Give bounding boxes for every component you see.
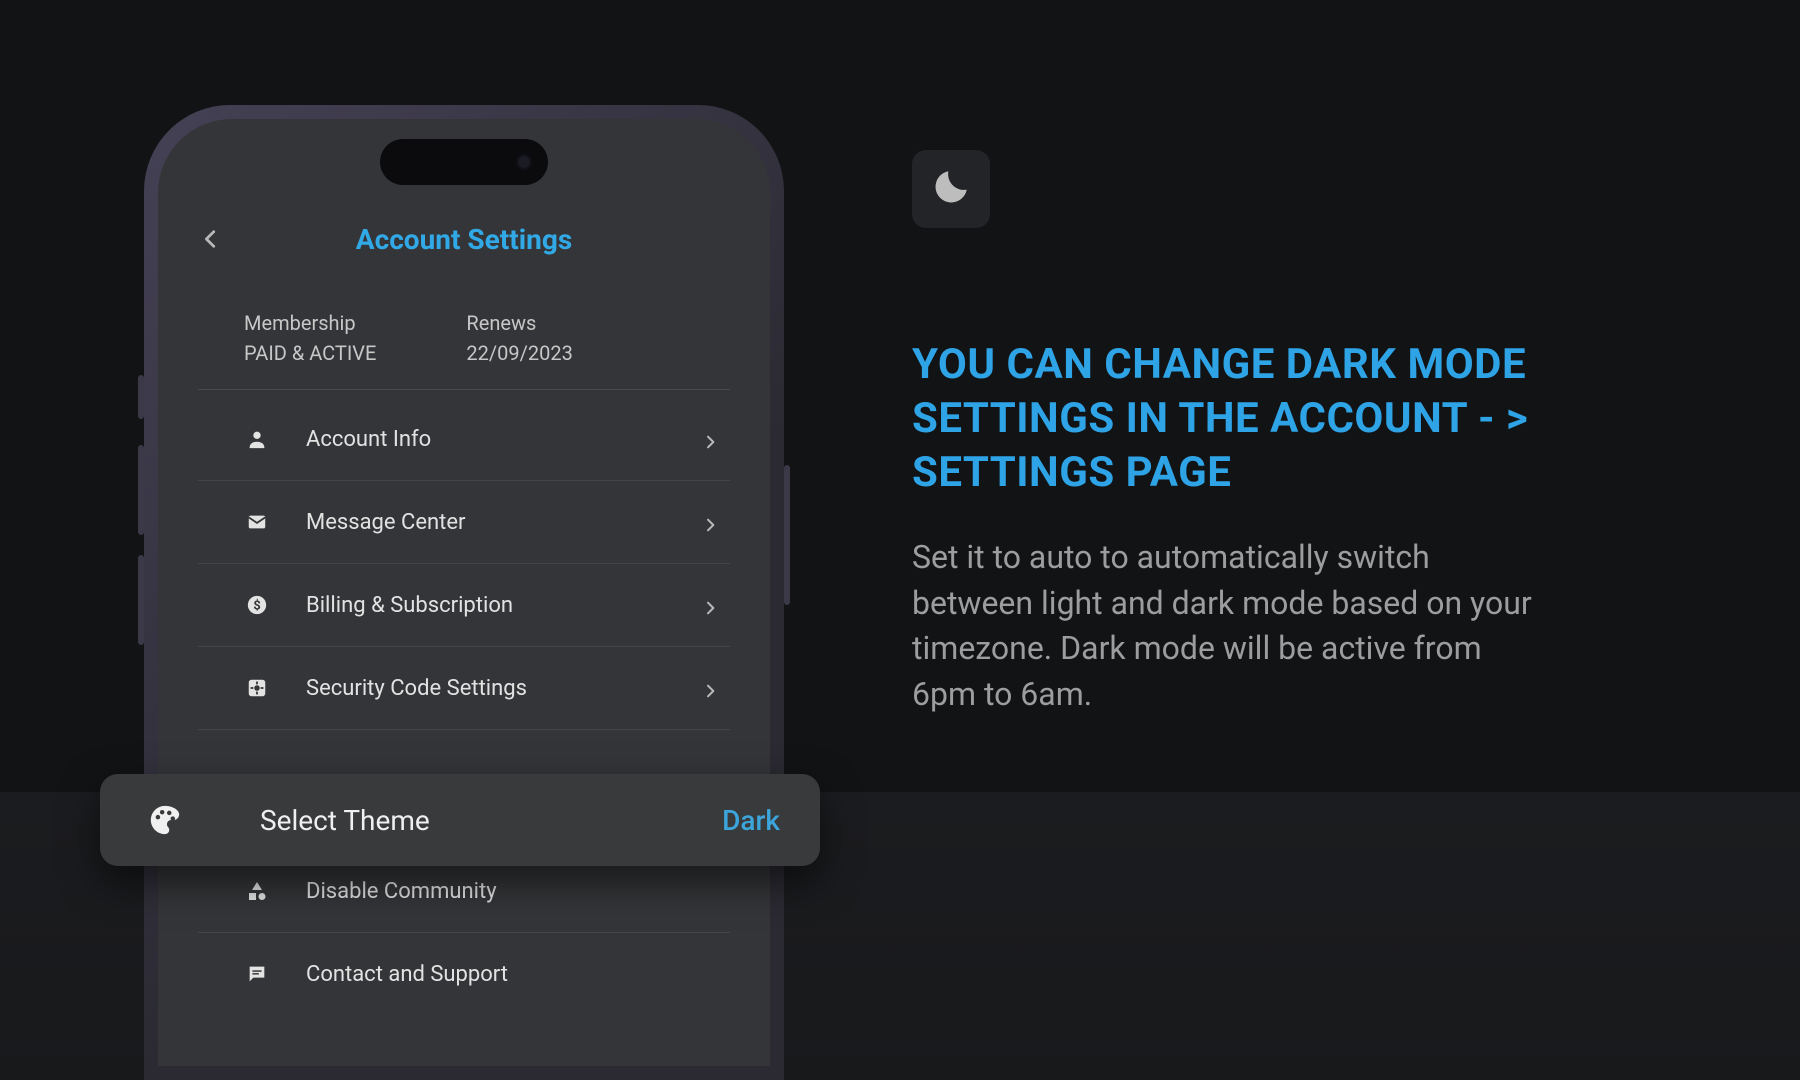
settings-item-label: Security Code Settings xyxy=(306,676,527,701)
dynamic-island xyxy=(380,139,548,185)
phone-screen: Account Settings Membership PAID & ACTIV… xyxy=(158,119,770,1066)
chevron-right-icon xyxy=(702,597,718,613)
settings-item-label: Billing & Subscription xyxy=(306,593,513,618)
phone-side-button xyxy=(138,375,144,419)
page-title: Account Settings xyxy=(356,223,572,256)
dollar-icon: $ xyxy=(244,592,270,618)
settings-item-label: Contact and Support xyxy=(306,962,508,987)
shapes-icon xyxy=(244,878,270,904)
settings-item-label: Account Info xyxy=(306,427,431,452)
settings-item-contact-support[interactable]: Contact and Support xyxy=(198,933,730,1015)
membership-value: PAID & ACTIVE xyxy=(244,341,376,365)
chevron-right-icon xyxy=(702,514,718,530)
settings-item-account-info[interactable]: Account Info xyxy=(198,398,730,481)
renews-value: 22/09/2023 xyxy=(466,341,572,365)
phone-volume-down-button xyxy=(138,555,144,645)
mail-icon xyxy=(244,509,270,535)
settings-item-message-center[interactable]: Message Center xyxy=(198,481,730,564)
settings-item-label: Message Center xyxy=(306,510,465,535)
settings-item-security[interactable]: Security Code Settings xyxy=(198,647,730,730)
palette-icon xyxy=(148,803,182,837)
select-theme-label: Select Theme xyxy=(260,804,430,837)
settings-list: Account Info Message Center xyxy=(194,390,734,1015)
gear-box-icon xyxy=(244,675,270,701)
chevron-right-icon xyxy=(702,680,718,696)
callout-heading: YOU CAN CHANGE DARK MODE SETTINGS IN THE… xyxy=(912,338,1612,499)
phone-frame: Account Settings Membership PAID & ACTIV… xyxy=(144,105,784,1080)
screen-header: Account Settings xyxy=(194,211,734,267)
membership-label: Membership xyxy=(244,311,376,335)
settings-item-billing[interactable]: $ Billing & Subscription xyxy=(198,564,730,647)
callout-body: Set it to auto to automatically switch b… xyxy=(912,535,1532,717)
select-theme-value: Dark xyxy=(722,804,780,837)
person-icon xyxy=(244,426,270,452)
moon-icon-tile xyxy=(912,150,990,228)
chevron-right-icon xyxy=(702,431,718,447)
moon-icon xyxy=(930,166,972,212)
phone-volume-up-button xyxy=(138,445,144,535)
back-icon[interactable] xyxy=(200,228,222,250)
select-theme-popover[interactable]: Select Theme Dark xyxy=(100,774,820,866)
callout-panel: YOU CAN CHANGE DARK MODE SETTINGS IN THE… xyxy=(912,150,1612,717)
svg-text:$: $ xyxy=(253,599,260,614)
chat-icon xyxy=(244,961,270,987)
settings-item-label: Disable Community xyxy=(306,879,497,904)
membership-row: Membership PAID & ACTIVE Renews 22/09/20… xyxy=(198,277,730,390)
renews-label: Renews xyxy=(466,311,572,335)
phone-power-button xyxy=(784,465,790,605)
